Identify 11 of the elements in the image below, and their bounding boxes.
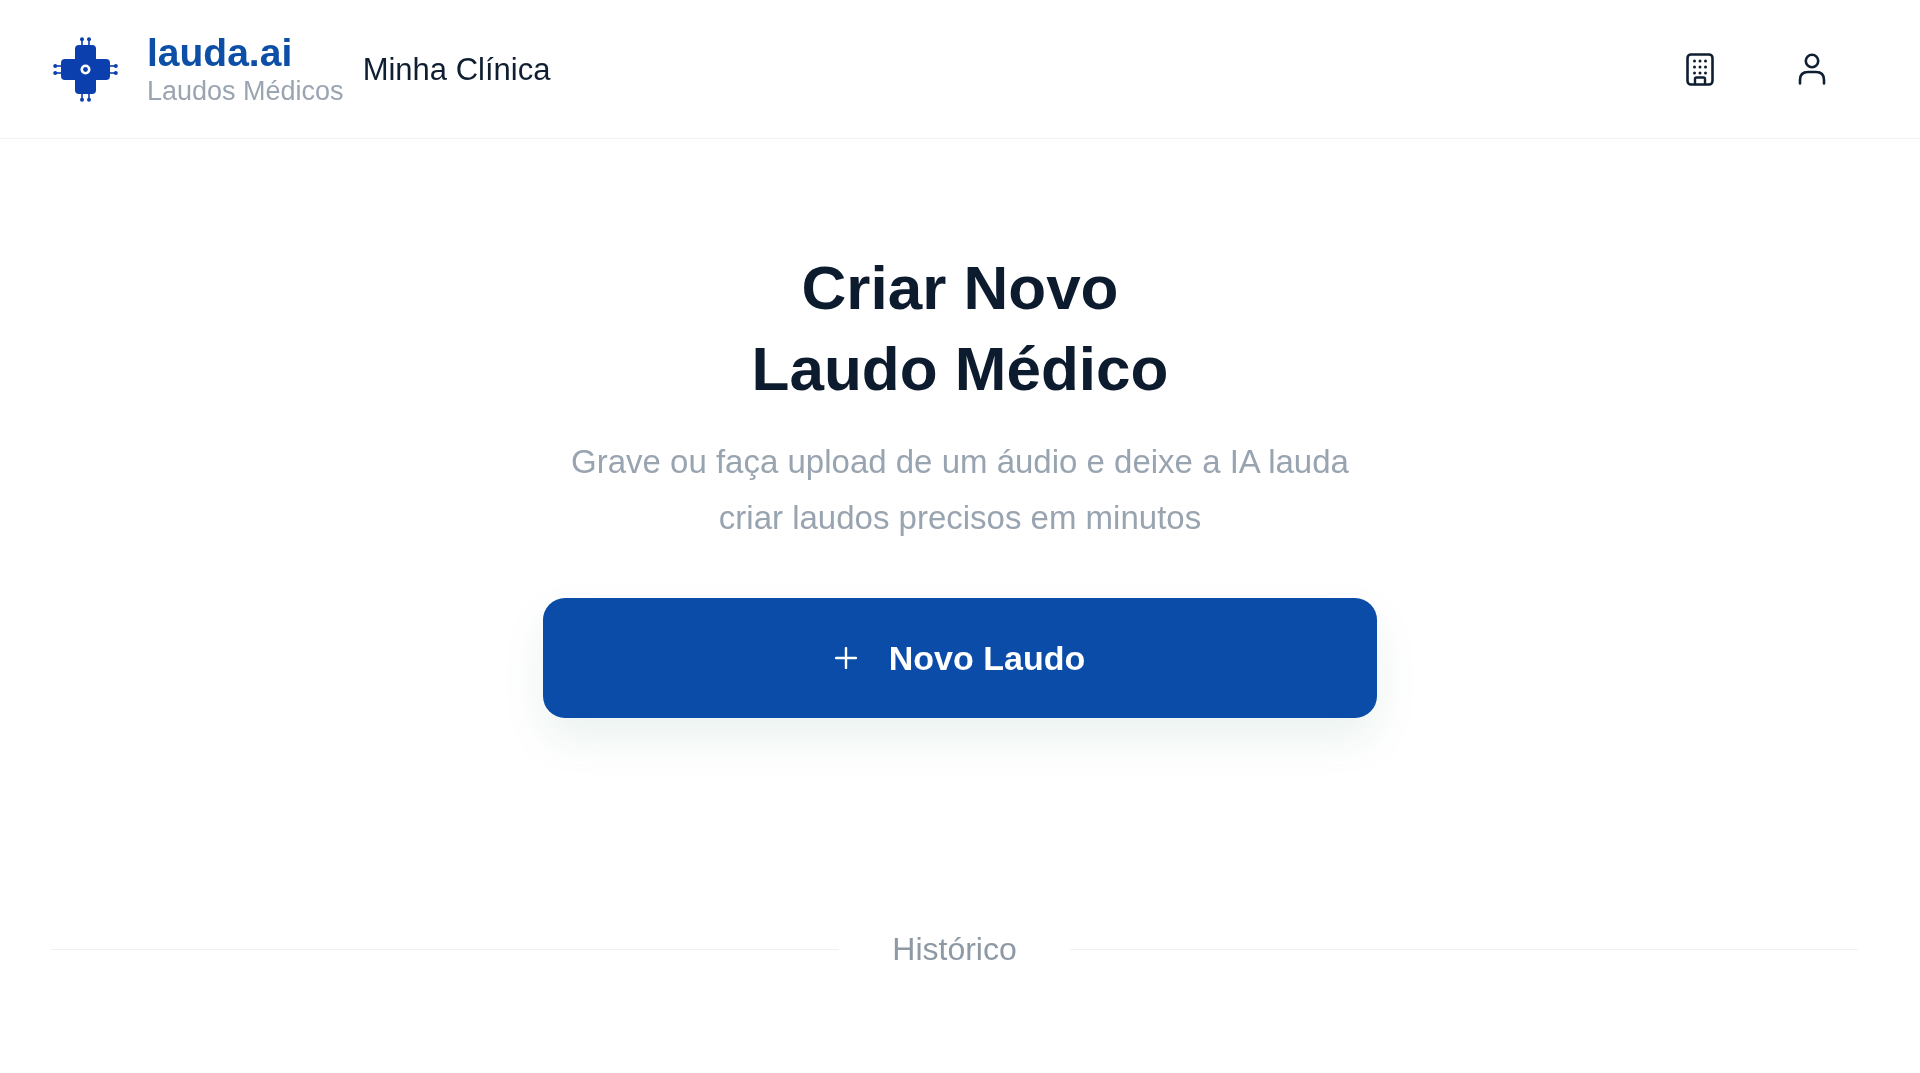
page-subtitle: Grave ou faça upload de um áudio e deixe a IA lauda criar laudos precisos em minutos	[571, 442, 1349, 538]
user-icon	[1798, 53, 1826, 85]
plus-icon	[834, 647, 857, 669]
brand-name: lauda.ai	[147, 32, 294, 74]
building-icon	[1686, 52, 1714, 86]
page-title: Criar Novo Laudo Médico	[751, 252, 1169, 405]
section-heading: Histórico	[892, 930, 1017, 969]
clinic-name: Minha Clínica	[362, 52, 551, 88]
new-report-button[interactable]: Novo Laudo	[543, 598, 1377, 718]
logo-icon	[53, 36, 118, 102]
brand-tagline: Laudos Médicos	[147, 76, 344, 106]
